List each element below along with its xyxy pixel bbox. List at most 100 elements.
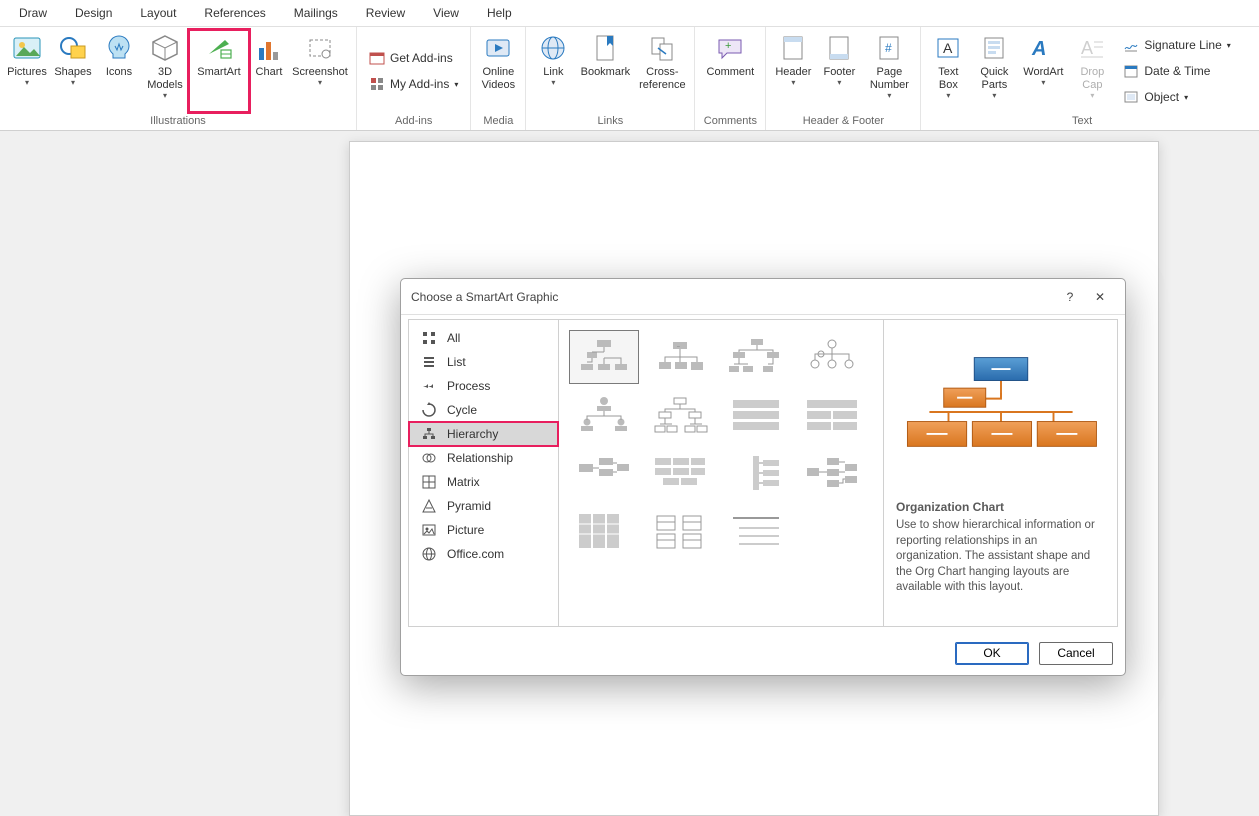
pictures-button[interactable]: Pictures ▾ bbox=[4, 29, 50, 113]
layout-thumb[interactable] bbox=[797, 330, 867, 384]
tab-design[interactable]: Design bbox=[61, 0, 126, 27]
quick-parts-button[interactable]: Quick Parts ▾ bbox=[971, 29, 1017, 113]
comment-label: Comment bbox=[707, 64, 755, 79]
header-button[interactable]: Header ▾ bbox=[770, 29, 816, 113]
smartart-button[interactable]: SmartArt bbox=[188, 29, 250, 113]
tab-view[interactable]: View bbox=[419, 0, 473, 27]
svg-text:+: + bbox=[725, 40, 731, 52]
group-comments: + Comment Comments bbox=[695, 27, 766, 130]
layout-thumb[interactable] bbox=[721, 504, 791, 558]
pictures-label: Pictures bbox=[7, 64, 47, 79]
drop-cap-button[interactable]: A Drop Cap ▾ bbox=[1069, 29, 1115, 113]
my-addins-button[interactable]: My Add-ins ▾ bbox=[363, 72, 464, 96]
footer-button[interactable]: Footer ▾ bbox=[816, 29, 862, 113]
link-button[interactable]: Link ▾ bbox=[530, 29, 576, 113]
layout-thumb[interactable] bbox=[721, 330, 791, 384]
chevron-down-icon: ▾ bbox=[887, 91, 891, 100]
layout-thumb[interactable] bbox=[569, 388, 639, 442]
header-icon bbox=[777, 32, 809, 64]
layout-thumb[interactable] bbox=[645, 388, 715, 442]
ribbon: Pictures ▾ Shapes ▾ Icons 3D Models ▾ Sm… bbox=[0, 27, 1259, 131]
object-button[interactable]: Object ▾ bbox=[1117, 85, 1236, 109]
bookmark-icon bbox=[589, 32, 621, 64]
layout-thumb[interactable]: – bbox=[645, 330, 715, 384]
group-label: Media bbox=[475, 113, 521, 130]
layout-thumb[interactable] bbox=[645, 446, 715, 500]
dialog-title: Choose a SmartArt Graphic bbox=[411, 290, 1055, 304]
group-label: Text bbox=[925, 113, 1238, 130]
layout-thumb[interactable] bbox=[645, 504, 715, 558]
video-icon bbox=[482, 32, 514, 64]
svg-text:A: A bbox=[1031, 38, 1046, 60]
layout-thumb[interactable] bbox=[569, 446, 639, 500]
calendar-icon bbox=[1123, 63, 1139, 79]
category-cycle[interactable]: Cycle bbox=[409, 398, 558, 422]
category-process[interactable]: Process bbox=[409, 374, 558, 398]
bookmark-button[interactable]: Bookmark bbox=[576, 29, 634, 113]
category-pyramid[interactable]: Pyramid bbox=[409, 494, 558, 518]
preview-name: Organization Chart bbox=[896, 500, 1107, 514]
chevron-down-icon: ▾ bbox=[1227, 41, 1231, 50]
category-all[interactable]: All bbox=[409, 326, 558, 350]
shapes-label: Shapes bbox=[54, 64, 91, 79]
get-addins-button[interactable]: Get Add-ins bbox=[363, 46, 464, 70]
quick-parts-icon bbox=[978, 32, 1010, 64]
tab-references[interactable]: References bbox=[190, 0, 279, 27]
chart-label: Chart bbox=[256, 64, 283, 79]
layout-thumb[interactable] bbox=[569, 504, 639, 558]
shapes-button[interactable]: Shapes ▾ bbox=[50, 29, 96, 113]
shapes-icon bbox=[57, 32, 89, 64]
signature-line-button[interactable]: Signature Line ▾ bbox=[1117, 33, 1236, 57]
ok-button[interactable]: OK bbox=[955, 642, 1029, 665]
signature-icon bbox=[1123, 37, 1139, 53]
page-number-button[interactable]: # Page Number ▾ bbox=[862, 29, 916, 113]
group-label: Add-ins bbox=[361, 113, 466, 130]
comment-button[interactable]: + Comment bbox=[699, 29, 761, 113]
category-relationship[interactable]: Relationship bbox=[409, 446, 558, 470]
layout-thumb[interactable] bbox=[797, 446, 867, 500]
preview-image bbox=[894, 332, 1107, 492]
help-button[interactable]: ? bbox=[1055, 290, 1085, 304]
category-hierarchy[interactable]: Hierarchy bbox=[409, 422, 558, 446]
tab-mailings[interactable]: Mailings bbox=[280, 0, 352, 27]
layout-thumb[interactable] bbox=[721, 446, 791, 500]
layout-thumb[interactable] bbox=[797, 388, 867, 442]
drop-cap-icon: A bbox=[1076, 32, 1108, 64]
category-matrix[interactable]: Matrix bbox=[409, 470, 558, 494]
chevron-down-icon: ▾ bbox=[946, 91, 950, 100]
tab-help[interactable]: Help bbox=[473, 0, 526, 27]
date-time-button[interactable]: Date & Time bbox=[1117, 59, 1236, 83]
category-office-com[interactable]: Office.com bbox=[409, 542, 558, 566]
object-label: Object bbox=[1144, 90, 1179, 104]
tab-draw[interactable]: Draw bbox=[5, 0, 61, 27]
tab-review[interactable]: Review bbox=[352, 0, 419, 27]
cancel-button[interactable]: Cancel bbox=[1039, 642, 1113, 665]
screenshot-button[interactable]: Screenshot ▾ bbox=[288, 29, 352, 113]
online-videos-button[interactable]: Online Videos bbox=[475, 29, 521, 113]
textbox-button[interactable]: A Text Box ▾ bbox=[925, 29, 971, 113]
category-picture[interactable]: Picture bbox=[409, 518, 558, 542]
textbox-icon: A bbox=[932, 32, 964, 64]
chevron-down-icon: ▾ bbox=[25, 78, 29, 87]
tab-layout[interactable]: Layout bbox=[126, 0, 190, 27]
group-label: Illustrations bbox=[4, 113, 352, 130]
group-links: Link ▾ Bookmark Cross- reference Links bbox=[526, 27, 695, 130]
cube-icon bbox=[149, 32, 181, 64]
chart-button[interactable]: Chart bbox=[250, 29, 288, 113]
cross-reference-button[interactable]: Cross- reference bbox=[634, 29, 690, 113]
wordart-icon: A bbox=[1027, 32, 1059, 64]
crossref-label: Cross- reference bbox=[639, 64, 685, 92]
close-button[interactable]: ✕ bbox=[1085, 290, 1115, 304]
category-list[interactable]: List bbox=[409, 350, 558, 374]
wordart-button[interactable]: A WordArt ▾ bbox=[1017, 29, 1069, 113]
layout-thumb[interactable] bbox=[569, 330, 639, 384]
icons-button[interactable]: Icons bbox=[96, 29, 142, 113]
chevron-down-icon: ▾ bbox=[71, 78, 75, 87]
group-media: Online Videos Media bbox=[471, 27, 526, 130]
icons-icon bbox=[103, 32, 135, 64]
smartart-icon bbox=[203, 32, 235, 64]
layout-thumb[interactable] bbox=[721, 388, 791, 442]
pictures-icon bbox=[11, 32, 43, 64]
group-header-footer: Header ▾ Footer ▾ # Page Number ▾ Header… bbox=[766, 27, 921, 130]
3d-models-button[interactable]: 3D Models ▾ bbox=[142, 29, 188, 113]
